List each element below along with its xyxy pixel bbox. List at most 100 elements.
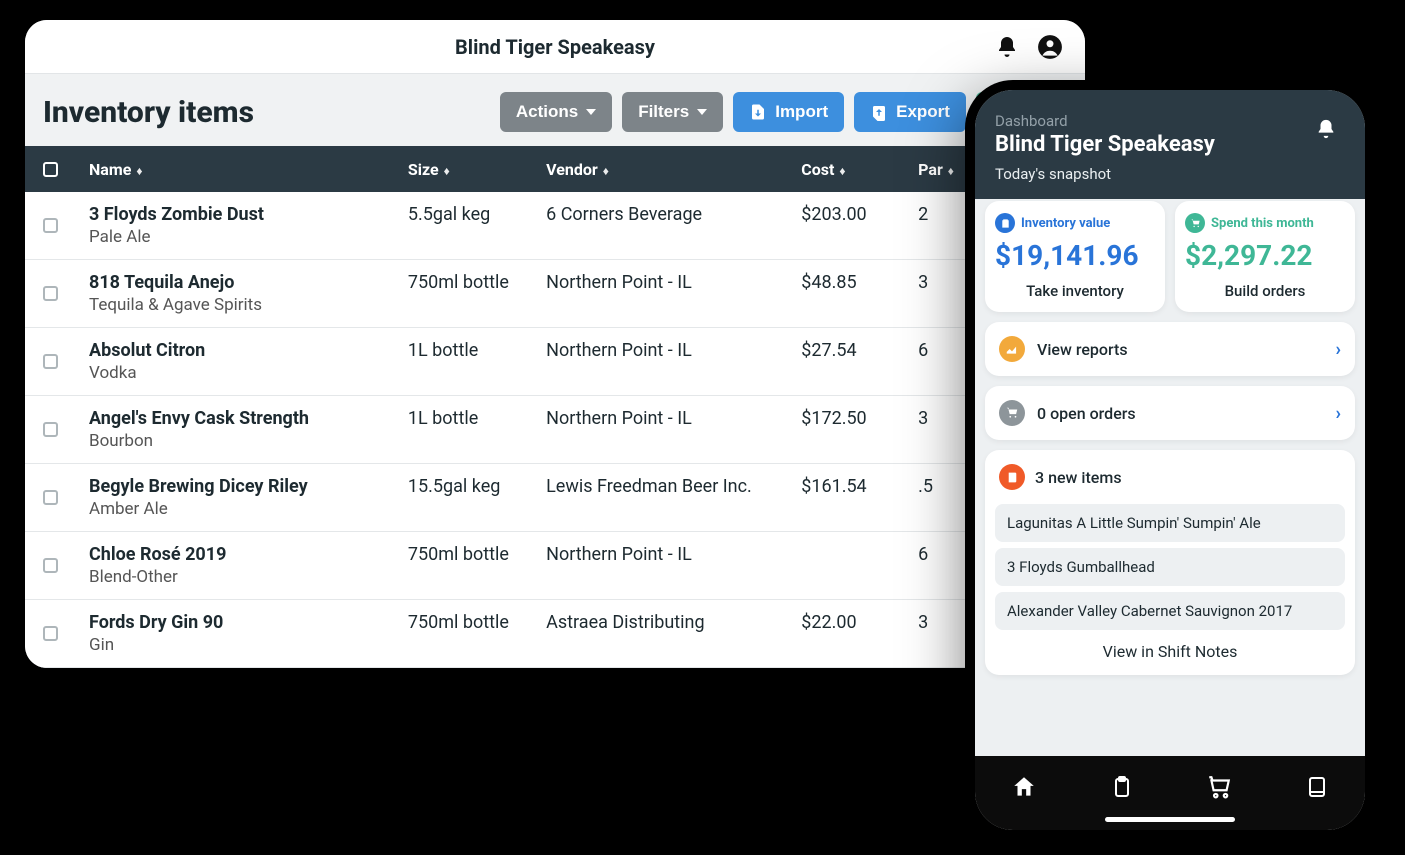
- table-row[interactable]: 3 Floyds Zombie DustPale Ale5.5gal keg6 …: [25, 192, 1085, 260]
- table-row[interactable]: Angel's Envy Cask StrengthBourbon1L bott…: [25, 396, 1085, 464]
- table-row[interactable]: 818 Tequila AnejoTequila & Agave Spirits…: [25, 260, 1085, 328]
- list-item[interactable]: Lagunitas A Little Sumpin' Sumpin' Ale: [995, 504, 1345, 542]
- page-heading: Inventory items: [43, 95, 490, 130]
- export-button[interactable]: Export: [854, 92, 966, 132]
- clipboard-icon: [995, 213, 1015, 233]
- toolbar: Inventory items Actions Filters Import E…: [25, 74, 1085, 146]
- inventory-value-amount: $19,141.96: [995, 239, 1155, 272]
- item-cost: $27.54: [801, 340, 918, 383]
- item-size: 1L bottle: [408, 340, 546, 383]
- sort-icon: ♦: [945, 164, 954, 178]
- table-row[interactable]: Chloe Rosé 2019Blend-Other750ml bottleNo…: [25, 532, 1085, 600]
- take-inventory-link[interactable]: Take inventory: [995, 282, 1155, 300]
- notifications-icon[interactable]: [1315, 118, 1337, 140]
- item-vendor: Lewis Freedman Beer Inc.: [546, 476, 801, 519]
- actions-button[interactable]: Actions: [500, 92, 612, 132]
- phone-header: Dashboard Blind Tiger Speakeasy Today's …: [975, 90, 1365, 199]
- chevron-right-icon: ›: [1336, 339, 1341, 360]
- window-title: Blind Tiger Speakeasy: [455, 35, 655, 59]
- inventory-table: Name ♦ Size ♦ Vendor ♦ Cost ♦ Par ♦ Quan…: [25, 146, 1085, 668]
- item-name: Fords Dry Gin 90: [89, 612, 408, 633]
- sort-icon: ♦: [133, 164, 142, 178]
- phone-screen: Dashboard Blind Tiger Speakeasy Today's …: [975, 90, 1365, 830]
- new-items-card: 3 new items Lagunitas A Little Sumpin' S…: [985, 450, 1355, 675]
- item-cost: $161.54: [801, 476, 918, 519]
- spend-card[interactable]: Spend this month $2,297.22 Build orders: [1175, 201, 1355, 312]
- venue-name: Blind Tiger Speakeasy: [995, 132, 1345, 157]
- import-icon: [749, 103, 767, 121]
- item-cost: $172.50: [801, 408, 918, 451]
- chevron-right-icon: ›: [1336, 403, 1341, 424]
- sort-icon: ♦: [836, 164, 845, 178]
- build-orders-link[interactable]: Build orders: [1185, 282, 1345, 300]
- inventory-value-card[interactable]: Inventory value $19,141.96 Take inventor…: [985, 201, 1165, 312]
- item-vendor: 6 Corners Beverage: [546, 204, 801, 247]
- inventory-window: Blind Tiger Speakeasy Inventory items Ac…: [25, 20, 1085, 668]
- item-category: Gin: [89, 635, 408, 655]
- row-checkbox[interactable]: [43, 422, 58, 437]
- table-row[interactable]: Absolut CitronVodka1L bottleNorthern Poi…: [25, 328, 1085, 396]
- cart-icon: [999, 400, 1025, 426]
- export-icon: [870, 103, 888, 121]
- sort-icon: ♦: [441, 164, 450, 178]
- row-checkbox[interactable]: [43, 354, 58, 369]
- row-checkbox[interactable]: [43, 558, 58, 573]
- snapshot-label: Today's snapshot: [995, 165, 1345, 183]
- list-item[interactable]: Alexander Valley Cabernet Sauvignon 2017: [995, 592, 1345, 630]
- item-category: Amber Ale: [89, 499, 408, 519]
- item-name: Absolut Citron: [89, 340, 408, 361]
- item-name: Begyle Brewing Dicey Riley: [89, 476, 408, 497]
- item-name: 818 Tequila Anejo: [89, 272, 408, 293]
- row-checkbox[interactable]: [43, 626, 58, 641]
- tab-orders[interactable]: [1206, 774, 1232, 800]
- open-orders-row[interactable]: 0 open orders ›: [985, 386, 1355, 440]
- item-size: 750ml bottle: [408, 544, 546, 587]
- tab-home[interactable]: [1011, 774, 1037, 800]
- notifications-icon[interactable]: [995, 35, 1019, 59]
- item-vendor: Northern Point - IL: [546, 408, 801, 451]
- item-size: 750ml bottle: [408, 612, 546, 655]
- table-row[interactable]: Fords Dry Gin 90Gin750ml bottleAstraea D…: [25, 600, 1085, 668]
- spend-amount: $2,297.22: [1185, 239, 1345, 272]
- chart-icon: [999, 336, 1025, 362]
- col-size[interactable]: Size ♦: [408, 160, 546, 179]
- view-shift-notes-link[interactable]: View in Shift Notes: [995, 630, 1345, 661]
- item-cost: [801, 544, 918, 587]
- item-size: 15.5gal keg: [408, 476, 546, 519]
- item-category: Tequila & Agave Spirits: [89, 295, 408, 315]
- item-vendor: Northern Point - IL: [546, 340, 801, 383]
- item-name: Chloe Rosé 2019: [89, 544, 408, 565]
- row-checkbox[interactable]: [43, 490, 58, 505]
- col-name[interactable]: Name ♦: [89, 160, 408, 179]
- item-category: Bourbon: [89, 431, 408, 451]
- window-titlebar: Blind Tiger Speakeasy: [25, 20, 1085, 74]
- tab-recipes[interactable]: [1305, 775, 1329, 799]
- item-size: 1L bottle: [408, 408, 546, 451]
- col-vendor[interactable]: Vendor ♦: [546, 160, 801, 179]
- import-button[interactable]: Import: [733, 92, 844, 132]
- col-cost[interactable]: Cost ♦: [801, 160, 918, 179]
- table-row[interactable]: Begyle Brewing Dicey RileyAmber Ale15.5g…: [25, 464, 1085, 532]
- item-name: 3 Floyds Zombie Dust: [89, 204, 408, 225]
- item-cost: $48.85: [801, 272, 918, 315]
- tab-inventory[interactable]: [1110, 775, 1134, 799]
- table-header: Name ♦ Size ♦ Vendor ♦ Cost ♦ Par ♦ Quan: [25, 146, 1085, 192]
- list-item[interactable]: 3 Floyds Gumballhead: [995, 548, 1345, 586]
- sort-icon: ♦: [600, 164, 609, 178]
- dashboard-label: Dashboard: [995, 112, 1345, 130]
- cart-icon: [1185, 213, 1205, 233]
- phone-frame: Dashboard Blind Tiger Speakeasy Today's …: [965, 80, 1375, 840]
- filters-button[interactable]: Filters: [622, 92, 723, 132]
- item-category: Pale Ale: [89, 227, 408, 247]
- row-checkbox[interactable]: [43, 218, 58, 233]
- item-category: Blend-Other: [89, 567, 408, 587]
- select-all-checkbox[interactable]: [43, 162, 58, 177]
- book-icon: [999, 464, 1025, 490]
- row-checkbox[interactable]: [43, 286, 58, 301]
- view-reports-row[interactable]: View reports ›: [985, 322, 1355, 376]
- caret-down-icon: [586, 109, 596, 115]
- account-icon[interactable]: [1037, 34, 1063, 60]
- home-indicator[interactable]: [1105, 817, 1235, 822]
- item-category: Vodka: [89, 363, 408, 383]
- caret-down-icon: [697, 109, 707, 115]
